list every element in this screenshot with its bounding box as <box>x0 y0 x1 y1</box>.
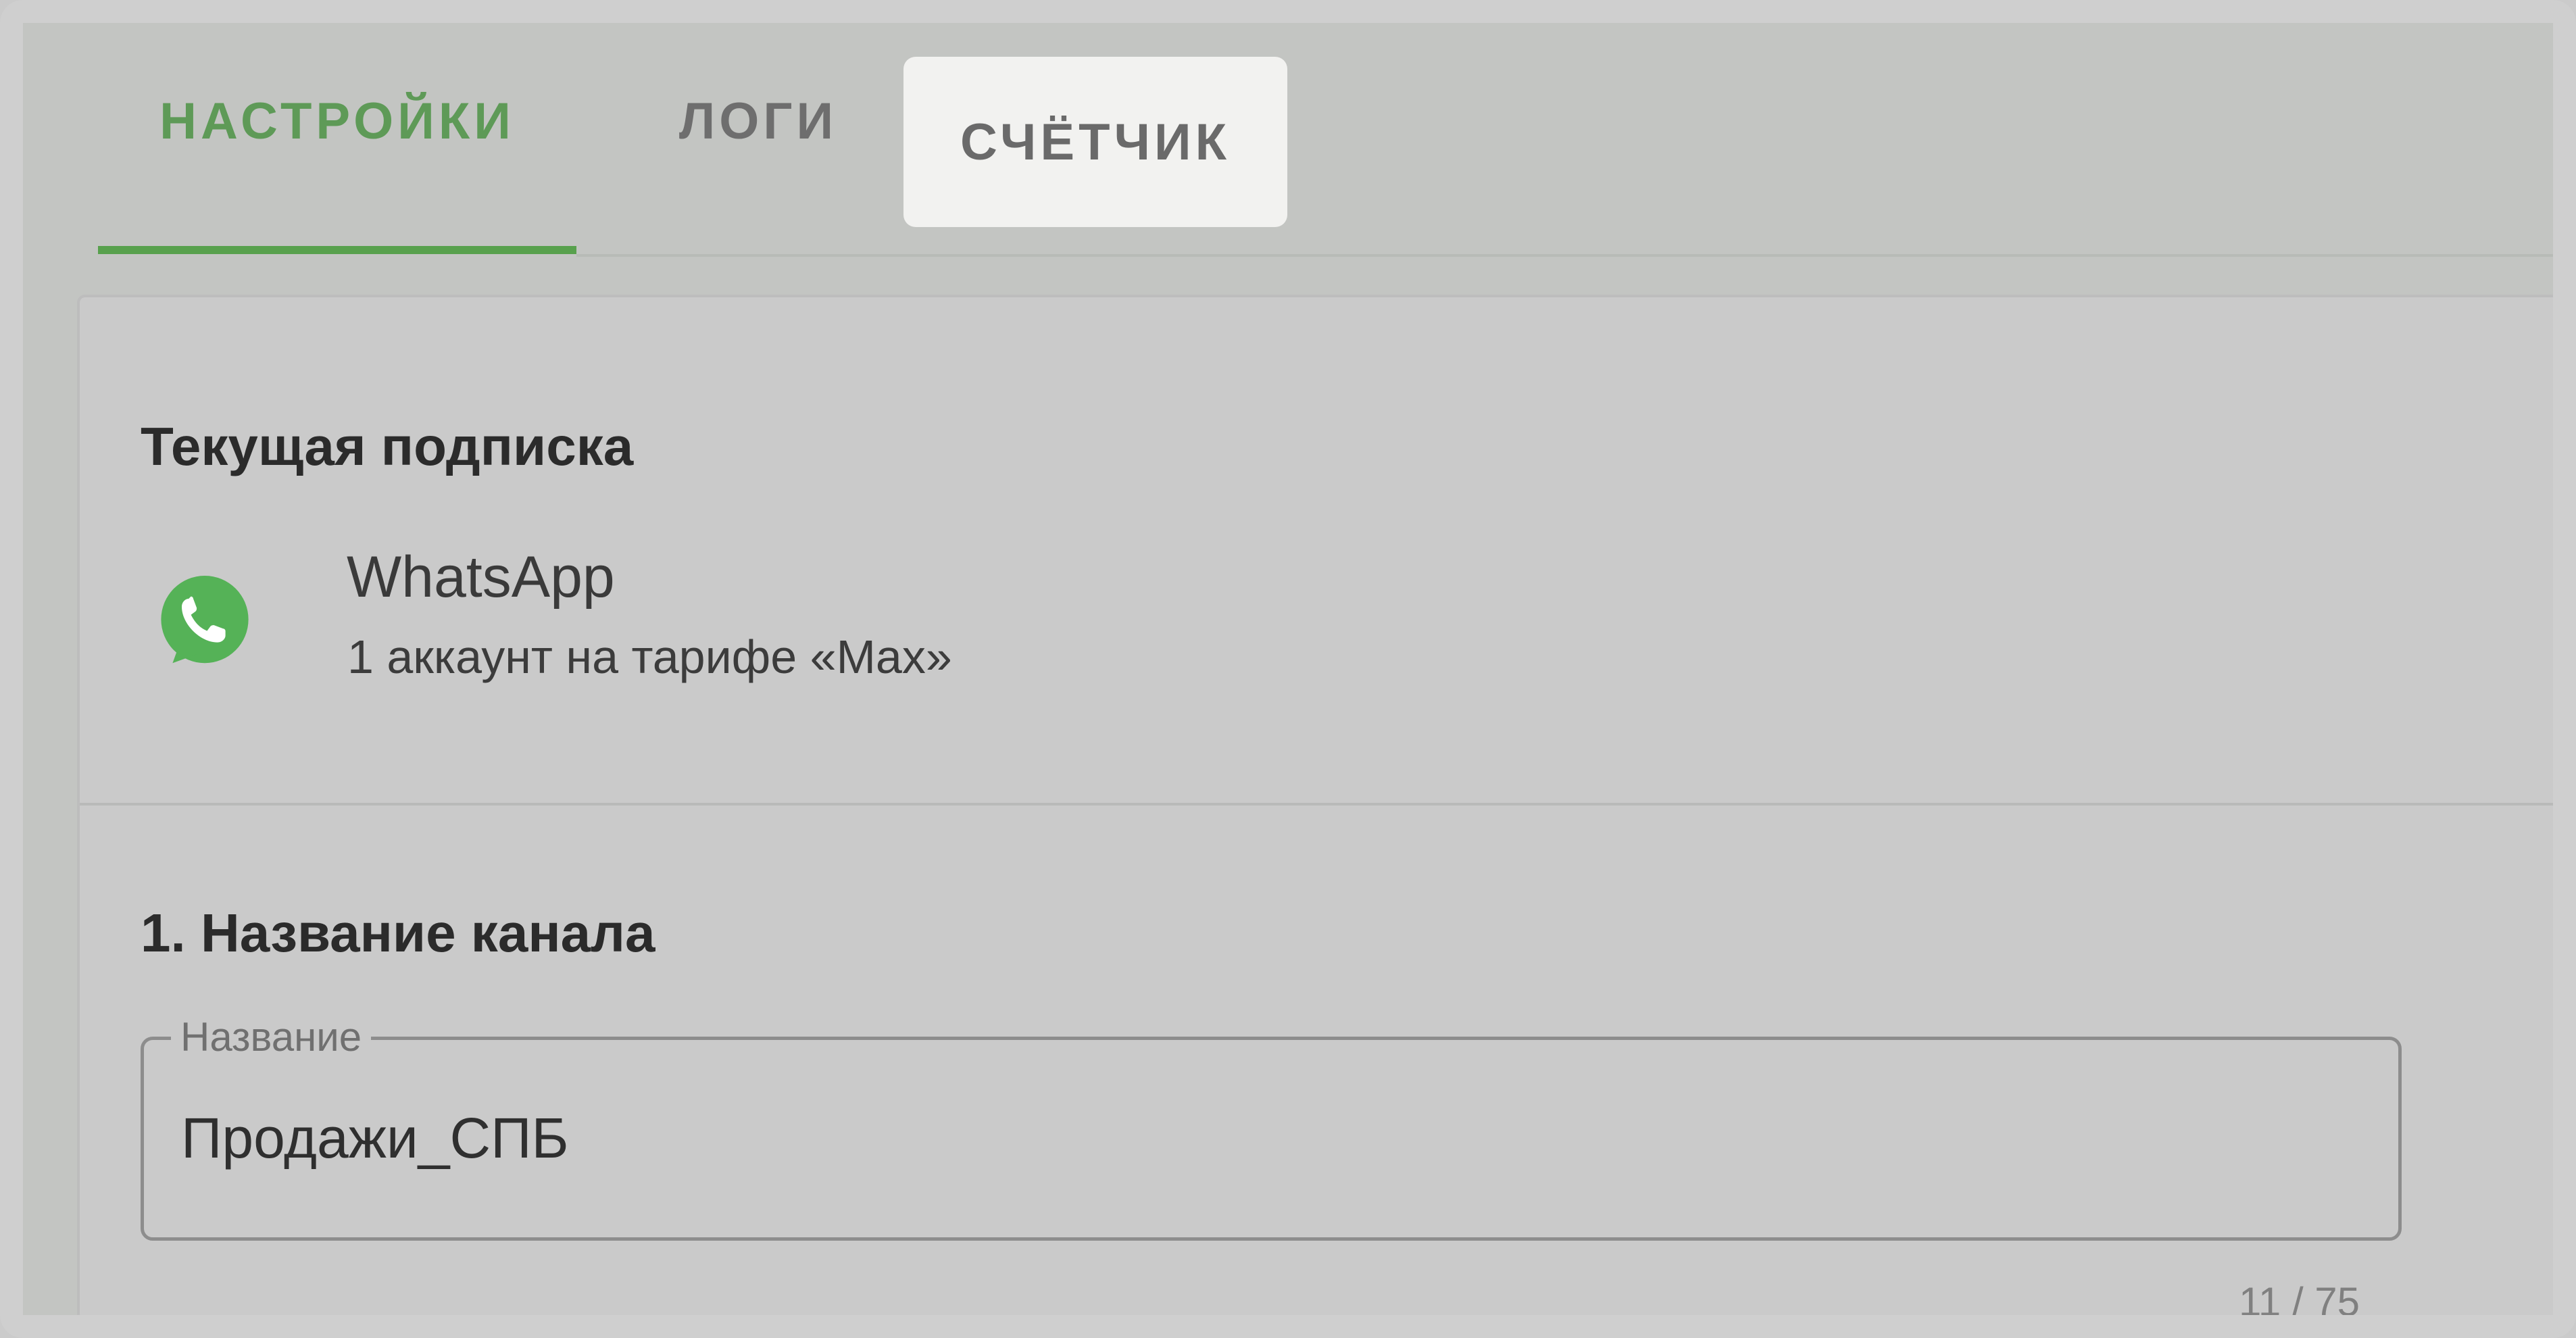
subscription-detail: 1 аккаунт на тарифе «Max» <box>347 630 952 683</box>
channel-name-input[interactable] <box>181 1101 2344 1175</box>
character-counter: 11 / 75 <box>2239 1279 2360 1315</box>
tabs-divider <box>576 254 2553 257</box>
subscription-service-name: WhatsApp <box>347 545 615 610</box>
section-divider <box>80 803 2553 806</box>
channel-name-title: 1. Название канала <box>141 903 655 963</box>
subscription-title: Текущая подписка <box>141 416 634 476</box>
active-tab-indicator <box>98 246 576 254</box>
screenshot-frame: НАСТРОЙКИ ЛОГИ СЧЁТЧИК Текущая подписка … <box>0 0 2576 1338</box>
channel-name-field[interactable]: Название <box>141 1013 2402 1241</box>
tab-logs[interactable]: ЛОГИ <box>623 47 893 195</box>
tab-counter[interactable]: СЧЁТЧИК <box>903 57 1287 227</box>
settings-card: Текущая подписка WhatsApp 1 аккаунт на т… <box>77 295 2553 1315</box>
app-window: НАСТРОЙКИ ЛОГИ СЧЁТЧИК Текущая подписка … <box>23 23 2553 1315</box>
channel-name-field-label: Название <box>171 1013 372 1062</box>
tab-settings[interactable]: НАСТРОЙКИ <box>98 47 576 195</box>
whatsapp-icon <box>161 576 249 664</box>
